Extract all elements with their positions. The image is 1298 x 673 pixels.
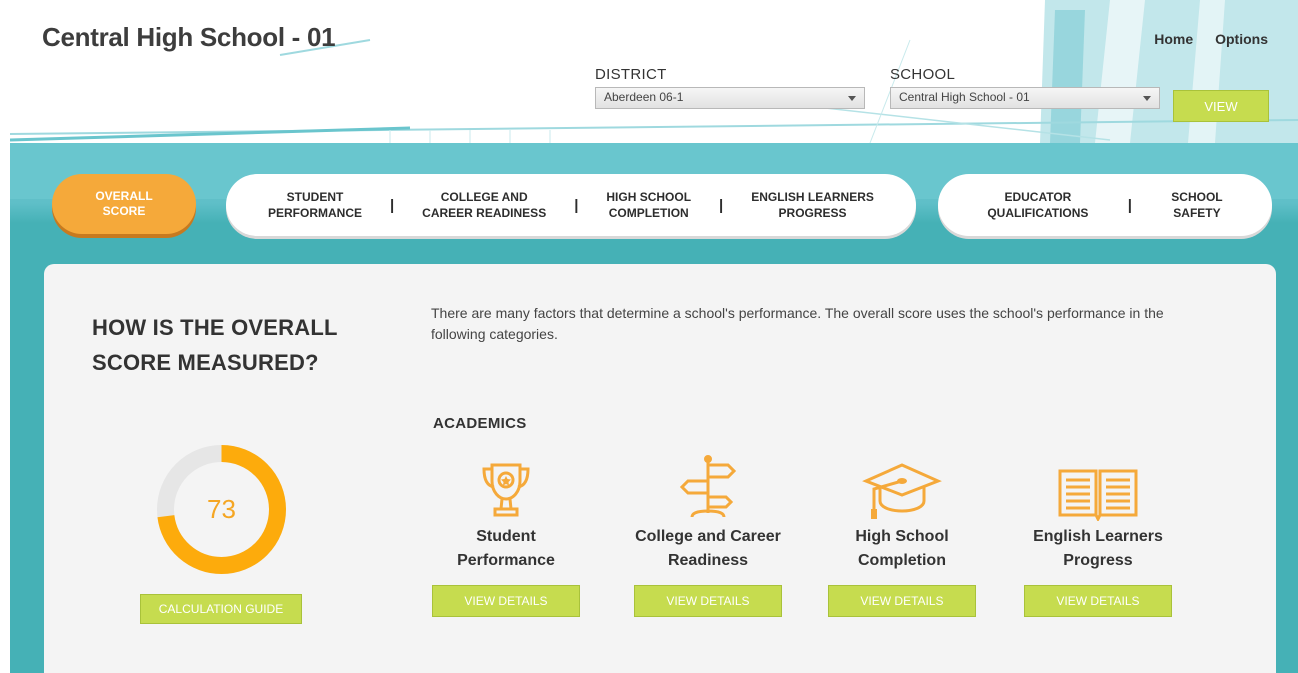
tab-label: COLLEGE AND (440, 190, 528, 204)
school-selector: SCHOOL Central High School - 01 (890, 66, 1160, 109)
category-english-learners-progress: English Learners Progress VIEW DETAILS (1008, 459, 1188, 617)
category-name-line: College and Career (635, 528, 781, 545)
view-details-button[interactable]: VIEW DETAILS (634, 585, 782, 617)
calculation-guide-button[interactable]: CALCULATION GUIDE (140, 594, 302, 624)
question-line: SCORE MEASURED? (92, 350, 319, 375)
category-name: Student Performance (416, 525, 596, 573)
tab-overall-line2: SCORE (102, 204, 146, 218)
tab-high-school-completion[interactable]: HIGH SCHOOL COMPLETION (606, 189, 691, 221)
chevron-down-icon (1143, 96, 1151, 101)
tab-student-performance[interactable]: STUDENT PERFORMANCE (268, 189, 362, 221)
tab-college-career-readiness[interactable]: COLLEGE AND CAREER READINESS (422, 189, 546, 221)
tab-english-learners-progress[interactable]: ENGLISH LEARNERS PROGRESS (751, 189, 874, 221)
home-link[interactable]: Home (1154, 31, 1193, 47)
open-book-icon (1008, 459, 1188, 521)
tab-label: QUALIFICATIONS (987, 206, 1089, 220)
tab-label: STUDENT (286, 190, 344, 204)
tab-overall-score[interactable]: OVERALL SCORE (52, 174, 196, 234)
district-select[interactable]: Aberdeen 06-1 (595, 87, 865, 109)
category-name-line: High School (855, 528, 949, 545)
signpost-icon (618, 455, 798, 521)
academics-heading: ACADEMICS (433, 415, 527, 432)
school-select-value: Central High School - 01 (899, 90, 1030, 104)
tab-label: EDUCATOR (1004, 190, 1072, 204)
category-name-line: Performance (457, 552, 555, 569)
category-name-line: English Learners (1033, 528, 1163, 545)
category-name: High School Completion (812, 525, 992, 573)
page-title: Central High School - 01 (42, 22, 336, 52)
question-line: HOW IS THE OVERALL (92, 315, 338, 340)
category-name-line: Progress (1063, 552, 1133, 569)
tab-label: CAREER READINESS (422, 206, 547, 220)
tab-label: SAFETY (1173, 206, 1221, 220)
main-card: HOW IS THE OVERALL SCORE MEASURED? There… (44, 264, 1276, 673)
tab-label: PERFORMANCE (267, 206, 362, 220)
tab-label: SCHOOL (1171, 190, 1223, 204)
graduation-cap-icon (812, 459, 992, 521)
chevron-down-icon (848, 96, 856, 101)
intro-text: There are many factors that determine a … (431, 305, 1164, 342)
category-high-school-completion: High School Completion VIEW DETAILS (812, 459, 992, 617)
trophy-icon (416, 459, 596, 521)
tab-label: COMPLETION (608, 206, 689, 220)
tab-school-safety[interactable]: SCHOOL SAFETY (1171, 189, 1222, 221)
overall-score-value: 73 (207, 494, 236, 524)
academic-tabs: STUDENT PERFORMANCE | COLLEGE AND CAREER… (226, 174, 916, 236)
school-quality-tabs: EDUCATOR QUALIFICATIONS | SCHOOL SAFETY (938, 174, 1272, 236)
district-select-value: Aberdeen 06-1 (604, 90, 684, 104)
tab-label: ENGLISH LEARNERS (751, 190, 874, 204)
tab-overall-line1: OVERALL (95, 189, 153, 203)
tab-label: PROGRESS (778, 206, 847, 220)
category-name-line: Completion (857, 552, 946, 569)
category-name-line: Student (476, 528, 536, 545)
tab-label: HIGH SCHOOL (606, 190, 692, 204)
school-select[interactable]: Central High School - 01 (890, 87, 1160, 109)
section-question: HOW IS THE OVERALL SCORE MEASURED? (92, 310, 338, 380)
tab-separator: | (574, 196, 579, 214)
view-details-button[interactable]: VIEW DETAILS (1024, 585, 1172, 617)
view-details-button[interactable]: VIEW DETAILS (432, 585, 580, 617)
category-name: College and Career Readiness (618, 525, 798, 573)
tab-educator-qualifications[interactable]: EDUCATOR QUALIFICATIONS (987, 189, 1088, 221)
school-label: SCHOOL (890, 66, 956, 83)
category-name: English Learners Progress (1008, 525, 1188, 573)
view-details-button[interactable]: VIEW DETAILS (828, 585, 976, 617)
header: Central High School - 01 Home Options DI… (10, 0, 1298, 143)
category-college-career-readiness: College and Career Readiness VIEW DETAIL… (618, 455, 798, 617)
category-name-line: Readiness (667, 552, 749, 569)
view-button[interactable]: VIEW (1173, 90, 1269, 122)
tab-separator: | (719, 196, 724, 214)
tab-separator: | (1127, 196, 1132, 214)
district-selector: DISTRICT Aberdeen 06-1 (595, 66, 865, 109)
district-label: DISTRICT (595, 66, 667, 83)
options-link[interactable]: Options (1215, 31, 1268, 47)
top-links: Home Options (1154, 31, 1268, 47)
category-student-performance: Student Performance VIEW DETAILS (416, 459, 596, 617)
tab-separator: | (389, 196, 395, 214)
